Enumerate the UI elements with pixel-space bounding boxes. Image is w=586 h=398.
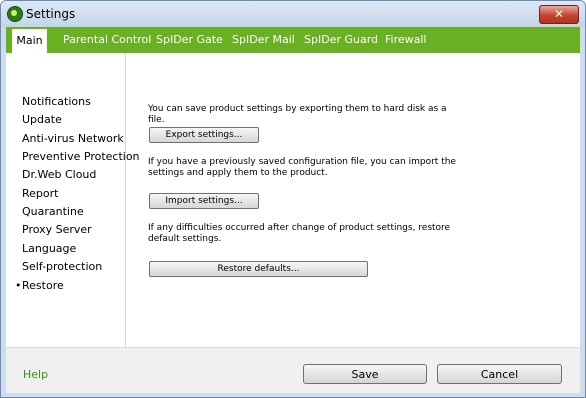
close-button[interactable]: ✕ [539, 5, 579, 24]
help-link[interactable]: Help [23, 368, 48, 381]
tab-bar: Main Parental Control SpIDer Gate SpIDer… [6, 27, 580, 53]
client-area: Main Parental Control SpIDer Gate SpIDer… [6, 27, 580, 393]
tab-spider-mail[interactable]: SpIDer Mail [232, 27, 295, 53]
sidebar-item-report[interactable]: Report [22, 187, 58, 200]
sidebar-item-notifications[interactable]: Notifications [22, 95, 91, 108]
import-description: If you have a previously saved configura… [148, 157, 456, 178]
title-bar: Settings ✕ [1, 1, 585, 27]
cancel-button[interactable]: Cancel [437, 364, 562, 384]
settings-window: Settings ✕ Main Parental Control SpIDer … [0, 0, 586, 398]
restore-description: If any difficulties occurred after chang… [148, 223, 451, 244]
sidebar-item-proxy-server[interactable]: Proxy Server [22, 223, 92, 236]
sidebar-item-self-protection[interactable]: Self-protection [22, 260, 102, 273]
sidebar-nav: Notifications Update Anti-virus Network … [6, 53, 140, 347]
footer-bar: Help Save Cancel [6, 348, 580, 393]
sidebar-item-quarantine[interactable]: Quarantine [22, 205, 84, 218]
window-title: Settings [26, 7, 76, 21]
import-settings-button[interactable]: Import settings... [149, 193, 259, 209]
sidebar-item-preventive-protection[interactable]: Preventive Protection [22, 150, 140, 163]
selected-bullet: • [15, 279, 22, 292]
sidebar-item-drweb-cloud[interactable]: Dr.Web Cloud [22, 168, 96, 181]
tab-spider-gate[interactable]: SpIDer Gate [156, 27, 223, 53]
drweb-spider-icon [7, 6, 23, 22]
sidebar-item-language[interactable]: Language [22, 242, 76, 255]
tab-main[interactable]: Main [12, 29, 47, 53]
export-description: You can save product settings by exporti… [148, 104, 447, 125]
save-button[interactable]: Save [303, 364, 427, 384]
tab-firewall[interactable]: Firewall [385, 27, 426, 53]
sidebar-item-restore[interactable]: Restore [22, 279, 64, 292]
sidebar-item-anti-virus-network[interactable]: Anti-virus Network [22, 132, 124, 145]
restore-defaults-button[interactable]: Restore defaults... [149, 261, 368, 277]
export-settings-button[interactable]: Export settings... [149, 127, 259, 143]
restore-panel: You can save product settings by exporti… [126, 53, 580, 347]
sidebar-item-update[interactable]: Update [22, 113, 62, 126]
tab-spider-guard[interactable]: SpIDer Guard [304, 27, 378, 53]
tab-parental-control[interactable]: Parental Control [63, 27, 151, 53]
